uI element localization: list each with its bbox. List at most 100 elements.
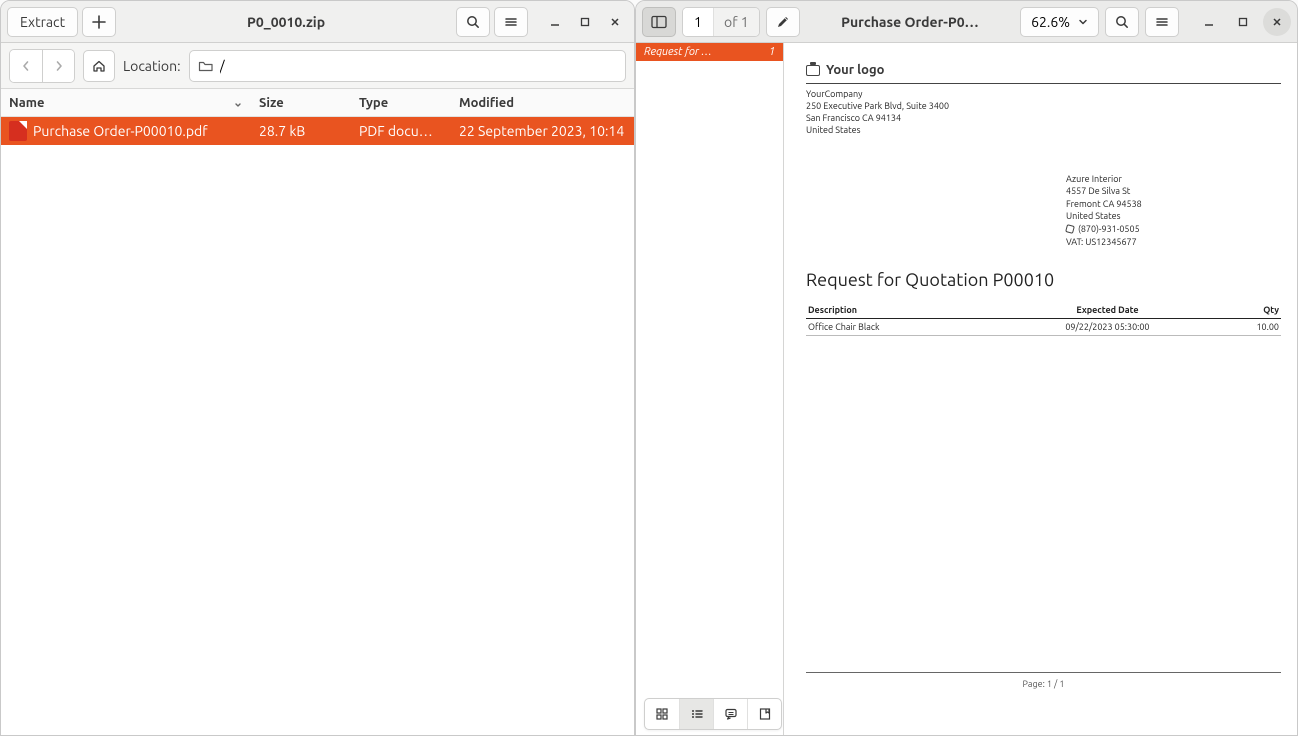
nav-forward-button[interactable] <box>42 50 74 82</box>
phone-icon <box>1065 224 1075 234</box>
location-input[interactable] <box>220 58 617 74</box>
zoom-value: 62.6% <box>1031 14 1070 30</box>
vendor-phone: (870)-931-0505 <box>1078 223 1140 236</box>
archive-window: Extract P0_0010.zip <box>0 0 635 736</box>
file-list-body[interactable] <box>1 145 634 735</box>
vendor-address-block: Azure Interior 4557 De Silva St Fremont … <box>1066 173 1281 249</box>
archive-maximize-button[interactable] <box>572 9 598 35</box>
location-input-wrap[interactable] <box>189 50 626 82</box>
list-icon <box>690 707 704 721</box>
column-header-type[interactable]: Type <box>351 96 451 110</box>
home-icon <box>92 59 106 73</box>
viewer-body: Request for … 1 Your logo YourCompany 25… <box>636 43 1297 735</box>
outline-item-page: 1 <box>763 46 775 58</box>
document-title: Purchase Order-P0… <box>806 14 1014 30</box>
grid-icon <box>655 707 669 721</box>
location-label: Location: <box>123 58 181 74</box>
archive-search-button[interactable] <box>456 7 490 37</box>
side-panel-icon <box>651 15 667 29</box>
archive-minimize-button[interactable] <box>542 9 568 35</box>
cell-expected-date: 09/22/2023 05:30:00 <box>998 319 1217 336</box>
th-expected-date: Expected Date <box>998 302 1217 319</box>
outline-item-title: Request for … <box>644 46 763 58</box>
column-header-modified[interactable]: Modified <box>451 96 634 110</box>
pdf-file-icon <box>9 121 27 141</box>
camera-icon <box>806 65 820 76</box>
chevron-right-icon <box>54 60 64 72</box>
viewer-search-button[interactable] <box>1105 7 1139 37</box>
vendor-addr1: 4557 De Silva St <box>1066 185 1281 198</box>
archive-menu-button[interactable] <box>494 7 528 37</box>
viewer-maximize-button[interactable] <box>1229 8 1257 36</box>
page-footer: Page: 1 / 1 <box>806 672 1281 689</box>
minimize-icon <box>1203 16 1215 28</box>
maximize-icon <box>579 16 591 28</box>
nav-back-button[interactable] <box>10 50 42 82</box>
th-description: Description <box>806 302 998 319</box>
company-address-block: YourCompany 250 Executive Park Blvd, Sui… <box>806 88 1281 137</box>
viewer-window: of 1 Purchase Order-P0… 62.6% <box>635 0 1298 736</box>
file-row[interactable]: Purchase Order-P00010.pdf 28.7 kB PDF do… <box>1 117 634 145</box>
document-canvas[interactable]: Your logo YourCompany 250 Executive Park… <box>784 43 1297 735</box>
viewer-headerbar: of 1 Purchase Order-P0… 62.6% <box>636 1 1297 43</box>
document-page: Your logo YourCompany 250 Executive Park… <box>806 51 1281 721</box>
file-modified: 22 September 2023, 10:14 <box>451 123 634 139</box>
viewer-minimize-button[interactable] <box>1195 8 1223 36</box>
home-button[interactable] <box>83 50 115 82</box>
company-addr2: San Francisco CA 94134 <box>806 112 1281 124</box>
outline-item[interactable]: Request for … 1 <box>636 43 783 61</box>
file-name: Purchase Order-P00010.pdf <box>33 123 208 139</box>
page-number-input[interactable] <box>683 8 713 36</box>
maximize-icon <box>1237 16 1249 28</box>
page-count-label: of 1 <box>713 8 759 36</box>
line-item-row: Office Chair Black 09/22/2023 05:30:00 1… <box>806 319 1281 336</box>
rfq-title: Request for Quotation P00010 <box>806 270 1281 290</box>
line-items-table: Description Expected Date Qty Office Cha… <box>806 302 1281 336</box>
folder-icon <box>198 59 214 73</box>
cell-description: Office Chair Black <box>806 319 998 336</box>
th-qty: Qty <box>1217 302 1281 319</box>
hamburger-icon <box>504 15 518 29</box>
vendor-vat: VAT: US12345677 <box>1066 236 1281 249</box>
page-number-group: of 1 <box>682 7 760 37</box>
vendor-country: United States <box>1066 210 1281 223</box>
column-header-name[interactable]: Name <box>1 96 251 110</box>
close-icon <box>609 16 621 28</box>
close-icon <box>1271 16 1283 28</box>
logo-placeholder: Your logo <box>806 63 1281 77</box>
archive-headerbar: Extract P0_0010.zip <box>1 1 634 43</box>
page-footer-text: Page: 1 / 1 <box>806 679 1281 689</box>
annotate-button[interactable] <box>766 7 800 37</box>
logo-text: Your logo <box>826 63 884 77</box>
cell-qty: 10.00 <box>1217 319 1281 336</box>
plus-icon <box>92 15 106 29</box>
archive-title: P0_0010.zip <box>120 14 452 30</box>
viewer-close-button[interactable] <box>1263 8 1291 36</box>
company-country: United States <box>806 124 1281 136</box>
header-rule <box>806 83 1281 84</box>
column-header-size[interactable]: Size <box>251 96 351 110</box>
hamburger-icon <box>1155 15 1169 29</box>
side-panel-toggle-button[interactable] <box>642 7 676 37</box>
bookmarks-button[interactable] <box>747 699 781 729</box>
minimize-icon <box>549 16 561 28</box>
column-header-name-label: Name <box>9 96 44 110</box>
outline-list-button[interactable] <box>679 699 713 729</box>
annotations-button[interactable] <box>713 699 747 729</box>
location-bar: Location: <box>1 43 634 89</box>
footer-rule <box>806 672 1281 673</box>
vendor-name: Azure Interior <box>1066 173 1281 186</box>
company-name: YourCompany <box>806 88 1281 100</box>
extract-button[interactable]: Extract <box>7 7 78 37</box>
archive-close-button[interactable] <box>602 9 628 35</box>
search-icon <box>1115 15 1129 29</box>
thumbnails-grid-button[interactable] <box>645 699 679 729</box>
file-type: PDF docum… <box>351 123 451 139</box>
chevron-down-icon <box>1078 18 1088 26</box>
vendor-addr2: Fremont CA 94538 <box>1066 198 1281 211</box>
side-panel-mode-toolbar <box>644 698 782 730</box>
add-file-button[interactable] <box>82 7 116 37</box>
zoom-dropdown[interactable]: 62.6% <box>1020 7 1099 37</box>
viewer-menu-button[interactable] <box>1145 7 1179 37</box>
pencil-icon <box>776 15 790 29</box>
